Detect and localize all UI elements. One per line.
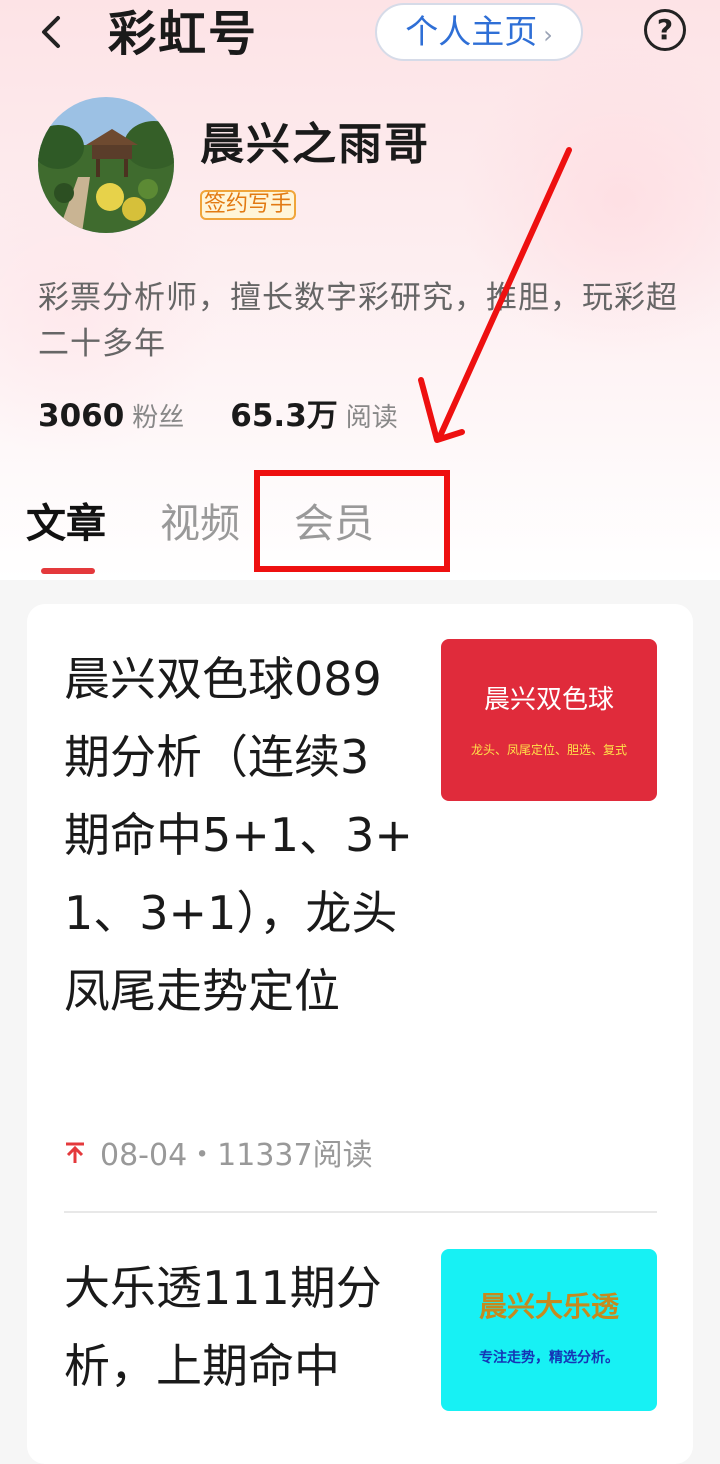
pin-top-icon [64, 1135, 86, 1179]
article-list: 晨兴双色球089期分析（连续3期命中5+1、3+1、3+1），龙头凤尾走势定位 … [27, 604, 693, 1464]
thumbnail-subtitle: 龙头、凤尾定位、胆选、复式 [470, 743, 627, 757]
article-thumbnail[interactable]: 晨兴双色球 龙头、凤尾定位、胆选、复式 [441, 639, 657, 801]
annotation-arrow [418, 147, 572, 443]
article-meta: 08-04・11337阅读 [64, 1134, 373, 1179]
thumbnail-title: 晨兴大乐透 [478, 1290, 619, 1323]
article-title[interactable]: 大乐透111期分析，上期命中 [64, 1249, 414, 1405]
article-thumbnail[interactable]: 晨兴大乐透 专注走势，精选分析。 [441, 1249, 657, 1411]
thumbnail-subtitle: 专注走势，精选分析。 [479, 1350, 619, 1366]
article-title[interactable]: 晨兴双色球089期分析（连续3期命中5+1、3+1、3+1），龙头凤尾走势定位 [64, 640, 414, 1030]
divider [64, 1211, 657, 1213]
article-date-reads: 08-04・11337阅读 [100, 1138, 373, 1173]
thumbnail-title: 晨兴双色球 [483, 685, 614, 715]
